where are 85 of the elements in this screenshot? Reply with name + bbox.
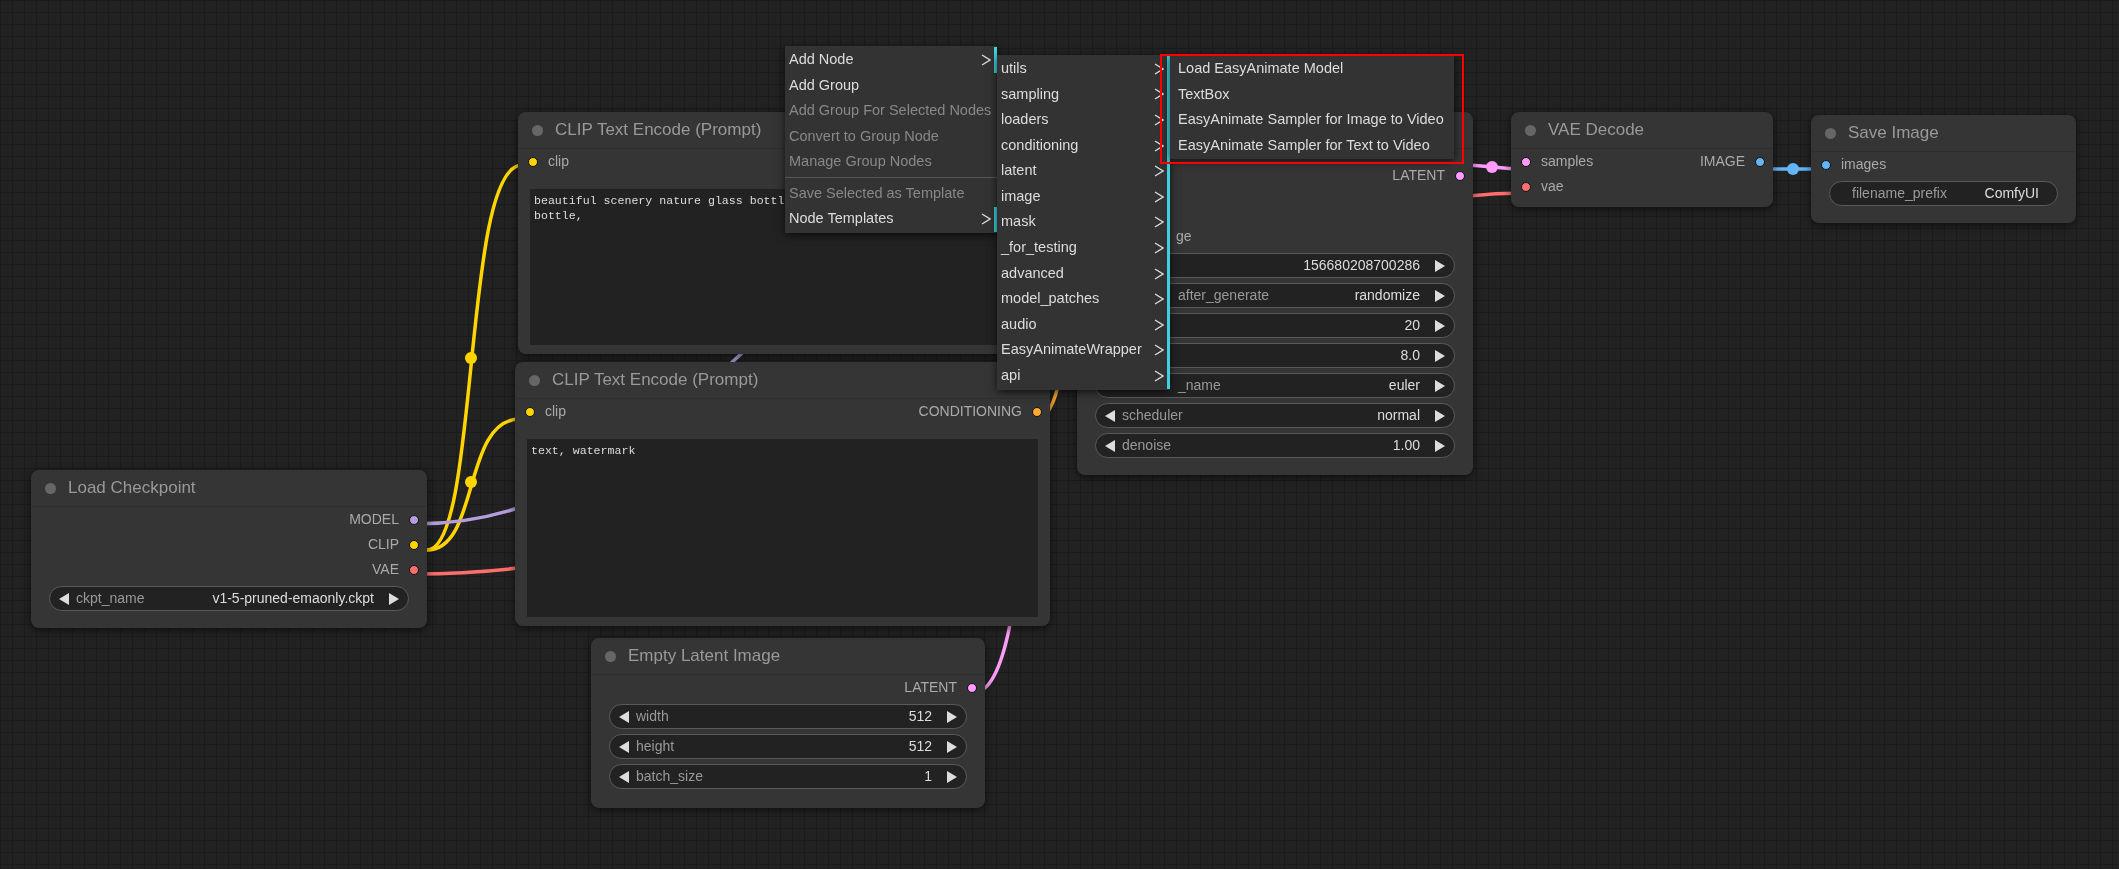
chevron-right-icon xyxy=(1154,369,1164,382)
chevron-right-icon xyxy=(981,53,991,66)
menu-item[interactable]: _for_testing xyxy=(997,235,1170,261)
output-label: VAE xyxy=(372,560,399,579)
node-title: VAE Decode xyxy=(1548,119,1645,142)
node-dot-icon xyxy=(529,374,540,386)
input-label: vae xyxy=(1541,177,1564,196)
reroute-dot xyxy=(465,476,477,488)
reroute-dot xyxy=(465,352,477,364)
arrow-right-icon xyxy=(1434,378,1446,393)
arrow-right-icon xyxy=(1434,438,1446,453)
chevron-right-icon xyxy=(1154,241,1164,254)
number-widget[interactable]: width 512 xyxy=(609,704,967,729)
arrow-left-icon xyxy=(1104,408,1116,423)
menu-item[interactable]: api xyxy=(997,363,1170,389)
text-widget[interactable]: filename_prefix ComfyUI xyxy=(1829,181,2058,206)
input-label: samples xyxy=(1541,152,1594,171)
output-label: LATENT xyxy=(904,678,957,697)
output-label: CONDITIONING xyxy=(918,402,1022,421)
menu-item[interactable]: Add Group xyxy=(785,72,997,99)
node-dot-icon xyxy=(605,650,616,662)
arrow-right-icon xyxy=(946,709,958,724)
menu-item[interactable]: EasyAnimate Sampler for Text to Video xyxy=(1174,132,1454,159)
node-title: CLIP Text Encode (Prompt) xyxy=(552,369,759,392)
arrow-left-icon xyxy=(1104,438,1116,453)
arrow-right-icon xyxy=(946,769,958,784)
graph-node[interactable]: Load Checkpoint MODEL CLIP VAE ckpt_name v1-5-pruned-emaonly.ckpt xyxy=(31,470,427,628)
output-label: LATENT xyxy=(1392,166,1445,185)
input-label: clip xyxy=(545,402,566,421)
graph-node[interactable]: VAE Decode samples IMAGE vae xyxy=(1511,112,1773,207)
menu-item[interactable]: TextBox xyxy=(1174,81,1454,108)
node-dot-icon xyxy=(532,124,543,136)
node-dot-icon xyxy=(1825,127,1836,139)
node-title: Empty Latent Image xyxy=(628,645,781,668)
chevron-right-icon xyxy=(1154,216,1164,229)
reroute-dot xyxy=(1486,161,1498,173)
number-widget[interactable]: denoise 1.00 xyxy=(1095,433,1455,458)
combo-widget[interactable]: ckpt_name v1-5-pruned-emaonly.ckpt xyxy=(49,586,409,611)
node-title: Load Checkpoint xyxy=(68,477,196,500)
input-label: ge xyxy=(1176,227,1192,246)
arrow-right-icon xyxy=(1434,258,1446,273)
menu-item[interactable]: image xyxy=(997,183,1170,210)
number-widget[interactable]: height 512 xyxy=(609,734,967,759)
menu-item[interactable]: audio xyxy=(997,311,1170,338)
arrow-left-icon xyxy=(618,769,630,784)
chevron-right-icon xyxy=(1154,318,1164,331)
prompt-text-area[interactable]: text, watermark xyxy=(527,439,1038,617)
arrow-right-icon xyxy=(1434,318,1446,333)
arrow-right-icon xyxy=(946,739,958,754)
combo-widget[interactable]: scheduler normal xyxy=(1095,403,1455,428)
reroute-dot xyxy=(1787,163,1799,175)
node-dot-icon xyxy=(45,482,56,494)
node-title: Save Image xyxy=(1848,122,1939,145)
graph-node[interactable]: Save Image images filename_prefix ComfyUI xyxy=(1811,115,2076,223)
output-label: IMAGE xyxy=(1699,152,1745,171)
arrow-right-icon xyxy=(1434,348,1446,363)
node-dot-icon xyxy=(1525,124,1536,136)
input-label: images xyxy=(1841,155,1887,174)
chevron-right-icon xyxy=(1154,139,1164,152)
menu-item[interactable]: Load EasyAnimate Model xyxy=(1174,56,1454,82)
arrow-left-icon xyxy=(618,709,630,724)
chevron-right-icon xyxy=(1154,88,1164,101)
menu-item[interactable]: mask xyxy=(997,209,1170,236)
chevron-right-icon xyxy=(1154,267,1164,280)
output-label: CLIP xyxy=(367,535,399,554)
chevron-right-icon xyxy=(981,213,991,226)
chevron-right-icon xyxy=(1154,344,1164,357)
arrow-right-icon xyxy=(1434,408,1446,423)
chevron-right-icon xyxy=(1154,190,1164,203)
output-label: MODEL xyxy=(349,510,399,529)
node-title: CLIP Text Encode (Prompt) xyxy=(555,119,762,142)
number-widget[interactable]: batch_size 1 xyxy=(609,764,967,789)
graph-node[interactable]: Empty Latent Image LATENT width 512 height 512 batch_size 1 xyxy=(591,638,985,808)
chevron-right-icon xyxy=(1154,114,1164,126)
chevron-right-icon xyxy=(1154,165,1164,178)
chevron-right-icon xyxy=(1154,293,1164,306)
arrow-right-icon xyxy=(1434,288,1446,303)
arrow-left-icon xyxy=(58,591,70,606)
input-label: clip xyxy=(548,152,569,171)
arrow-right-icon xyxy=(388,591,400,606)
menu-item[interactable]: model_patches xyxy=(997,286,1170,312)
chevron-right-icon xyxy=(1154,62,1164,75)
arrow-left-icon xyxy=(618,739,630,754)
menu-item[interactable]: EasyAnimateWrapper xyxy=(997,337,1170,364)
menu-item[interactable]: advanced xyxy=(997,260,1170,287)
